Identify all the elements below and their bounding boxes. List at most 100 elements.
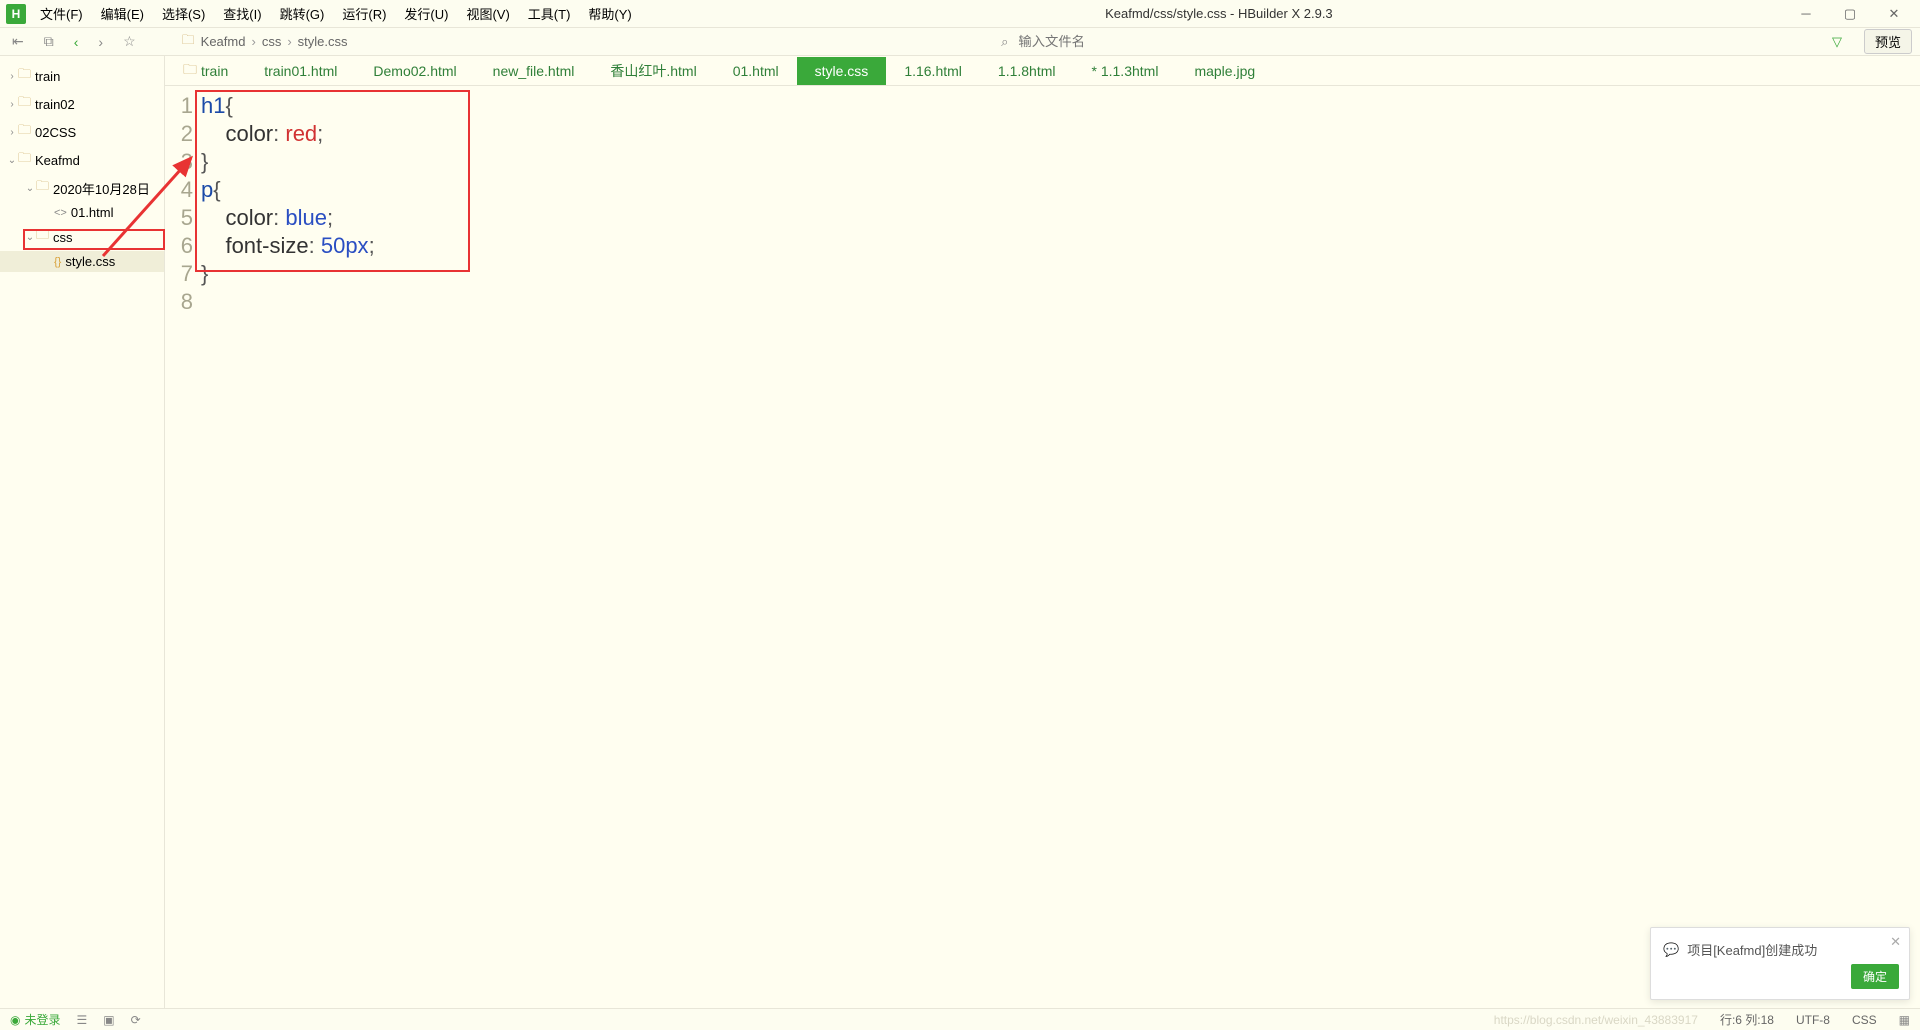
tree-arrow-icon[interactable]: › xyxy=(6,71,18,82)
notification-toast: ✕ 💬 项目[Keafmd]创建成功 确定 xyxy=(1650,927,1910,1000)
ok-button[interactable]: 确定 xyxy=(1851,964,1899,989)
tree-item[interactable]: <>01.html xyxy=(0,202,164,223)
menu-item[interactable]: 选择(S) xyxy=(154,0,213,27)
encoding-label[interactable]: UTF-8 xyxy=(1796,1013,1830,1027)
filter-icon[interactable]: ▽ xyxy=(1832,34,1842,50)
editor-tab[interactable]: Demo02.html xyxy=(355,57,474,85)
code-area[interactable]: h1{ color: red;}p{ color: blue; font-siz… xyxy=(201,86,1920,1008)
tree-arrow-icon[interactable]: › xyxy=(6,99,18,110)
editor-tab[interactable]: 香山红叶.html xyxy=(592,55,714,87)
editor-tab[interactable]: 01.html xyxy=(715,57,797,85)
chevron-right-icon: › xyxy=(287,34,291,49)
code-line[interactable]: } xyxy=(201,260,1920,288)
list-icon[interactable]: ☰ xyxy=(77,1013,88,1027)
new-file-icon[interactable]: ⧉ xyxy=(40,33,58,50)
menu-item[interactable]: 发行(U) xyxy=(396,0,456,27)
user-status[interactable]: ◉ 未登录 xyxy=(10,1011,61,1028)
breadcrumb-seg[interactable]: Keafmd xyxy=(201,34,246,49)
code-line[interactable]: color: red; xyxy=(201,120,1920,148)
tab-label: new_file.html xyxy=(493,63,575,79)
line-gutter: 12345678 xyxy=(165,86,201,1008)
menu-item[interactable]: 编辑(E) xyxy=(93,0,152,27)
editor-tab[interactable]: * 1.1.3html xyxy=(1074,57,1177,85)
tree-item[interactable]: ⌄🗀2020年10月28日 xyxy=(0,174,164,202)
star-icon[interactable]: ☆ xyxy=(119,33,140,50)
notification-text: 项目[Keafmd]创建成功 xyxy=(1687,940,1817,959)
close-button[interactable]: ✕ xyxy=(1886,6,1902,22)
terminal-icon[interactable]: ▣ xyxy=(103,1013,114,1027)
tree-item[interactable]: ›🗀train xyxy=(0,62,164,90)
search-input[interactable] xyxy=(1018,34,1178,49)
tree-arrow-icon[interactable]: ⌄ xyxy=(24,232,36,243)
tree-item[interactable]: ⌄🗀Keafmd xyxy=(0,146,164,174)
tree-item-label: train02 xyxy=(35,97,75,112)
chevron-right-icon: › xyxy=(251,34,255,49)
tab-label: Demo02.html xyxy=(373,63,456,79)
window-controls: ─ ▢ ✕ xyxy=(1798,6,1920,22)
maximize-button[interactable]: ▢ xyxy=(1842,6,1858,22)
editor-panel: 🗀traintrain01.html Demo02.html new_file.ht… xyxy=(165,56,1920,1008)
nav-back-icon[interactable]: ‹ xyxy=(70,34,83,50)
menu-item[interactable]: 跳转(G) xyxy=(272,0,333,27)
main-area: ›🗀train›🗀train02›🗀02CSS⌄🗀Keafmd⌄🗀2020年10… xyxy=(0,56,1920,1008)
sync-icon[interactable]: ⟳ xyxy=(131,1013,141,1027)
preview-button[interactable]: 预览 xyxy=(1864,29,1912,54)
code-line[interactable]: color: blue; xyxy=(201,204,1920,232)
menu-item[interactable]: 工具(T) xyxy=(520,0,579,27)
code-line[interactable]: font-size: 50px; xyxy=(201,232,1920,260)
menu-item[interactable]: 查找(I) xyxy=(215,0,269,27)
tab-label: * 1.1.3html xyxy=(1092,63,1159,79)
breadcrumb-seg[interactable]: style.css xyxy=(298,34,348,49)
editor-tab[interactable]: train01.html xyxy=(246,57,355,85)
menu-item[interactable]: 视图(V) xyxy=(458,0,517,27)
nav-forward-icon[interactable]: › xyxy=(94,34,107,50)
grid-icon[interactable]: ▦ xyxy=(1899,1013,1910,1027)
code-line[interactable]: p{ xyxy=(201,176,1920,204)
tree-item-label: css xyxy=(53,230,73,245)
css-file-icon: {} xyxy=(54,256,61,268)
folder-icon: 🗀 xyxy=(18,93,31,115)
folder-icon: 🗀 xyxy=(36,177,49,199)
tree-item[interactable]: ⌄🗀css xyxy=(0,223,164,251)
minimize-button[interactable]: ─ xyxy=(1798,6,1814,22)
cursor-position: 行:6 列:18 xyxy=(1720,1011,1774,1028)
tree-item-label: 01.html xyxy=(71,205,114,220)
folder-icon: 🗀 xyxy=(18,121,31,143)
language-label[interactable]: CSS xyxy=(1852,1013,1877,1027)
editor-tab[interactable]: 1.1.8html xyxy=(980,57,1074,85)
tree-item[interactable]: ›🗀02CSS xyxy=(0,118,164,146)
editor-tab[interactable]: 🗀train xyxy=(165,53,246,89)
breadcrumb-seg[interactable]: css xyxy=(262,34,282,49)
tab-label: maple.jpg xyxy=(1194,63,1255,79)
tree-arrow-icon[interactable]: › xyxy=(6,127,18,138)
app-logo: H xyxy=(6,4,26,24)
line-number: 5 xyxy=(165,204,193,232)
collapse-icon[interactable]: ⇤ xyxy=(8,33,28,50)
tree-item-label: 2020年10月28日 xyxy=(53,179,150,198)
search-icon[interactable]: ⌕ xyxy=(1001,34,1008,50)
menu-item[interactable]: 帮助(Y) xyxy=(580,0,639,27)
tree-arrow-icon[interactable]: ⌄ xyxy=(24,183,36,194)
code-line[interactable]: } xyxy=(201,148,1920,176)
tree-item-label: style.css xyxy=(65,254,115,269)
menu-item[interactable]: 运行(R) xyxy=(334,0,394,27)
editor-tab[interactable]: new_file.html xyxy=(475,57,593,85)
tabs-row: 🗀traintrain01.html Demo02.html new_file.ht… xyxy=(165,56,1920,86)
close-icon[interactable]: ✕ xyxy=(1890,934,1901,950)
tree-arrow-icon[interactable]: ⌄ xyxy=(6,155,18,166)
tree-item[interactable]: ›🗀 train02 xyxy=(0,90,164,118)
tree-item[interactable]: {} style.css xyxy=(0,251,164,272)
editor-tab[interactable]: maple.jpg xyxy=(1176,57,1273,85)
line-number: 8 xyxy=(165,288,193,316)
tree-item-label: Keafmd xyxy=(35,153,80,168)
editor-tab[interactable]: 1.16.html xyxy=(886,57,980,85)
editor-tab[interactable]: style.css xyxy=(797,57,887,85)
code-line[interactable]: h1{ xyxy=(201,92,1920,120)
code-line[interactable] xyxy=(201,288,1920,316)
folder-icon: 🗀 xyxy=(183,59,197,83)
line-number: 3 xyxy=(165,148,193,176)
line-number: 7 xyxy=(165,260,193,288)
code-editor[interactable]: 12345678 h1{ color: red;}p{ color: blue;… xyxy=(165,86,1920,1008)
line-number: 1 xyxy=(165,92,193,120)
menu-item[interactable]: 文件(F) xyxy=(32,0,91,27)
